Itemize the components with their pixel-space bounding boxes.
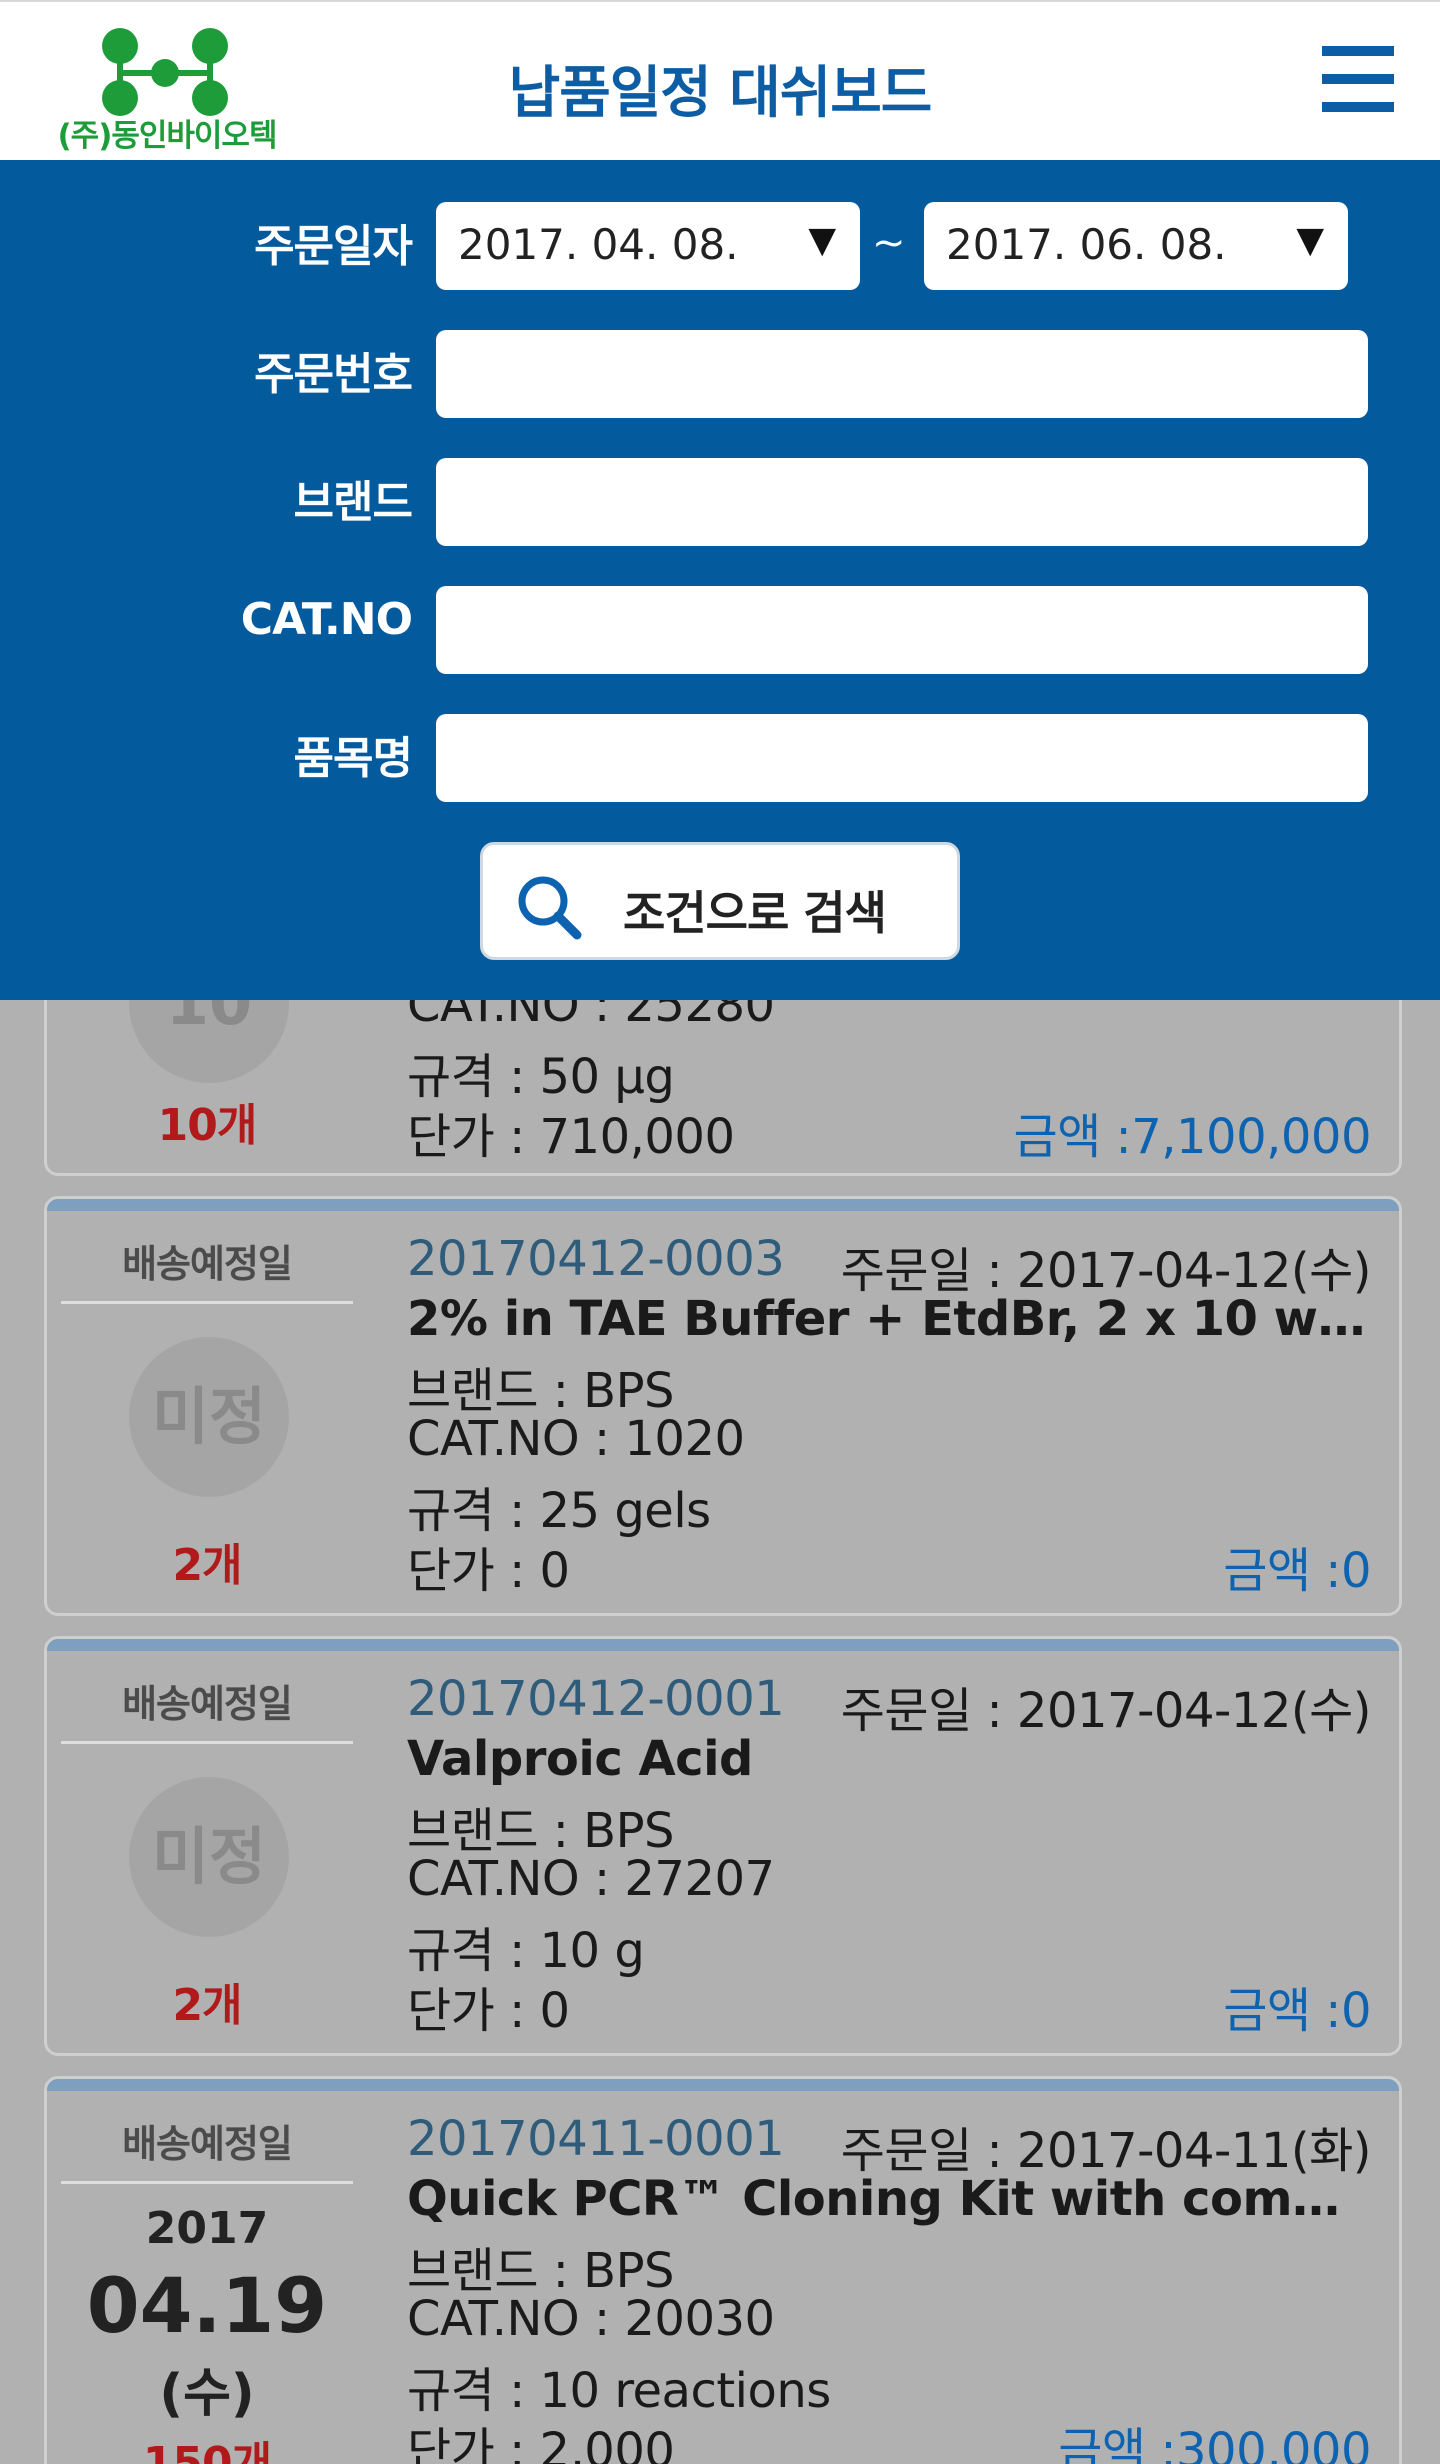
delivery-month-day: 04.19 <box>86 2261 328 2350</box>
quantity: 2개 <box>172 1980 242 2031</box>
order-no-input[interactable] <box>436 330 1368 418</box>
unit-price: 단가 : 2,000 <box>407 2423 675 2464</box>
date-from-select[interactable]: 2017. 04. 08. ▼ <box>436 202 860 290</box>
dropdown-arrow-icon: ▼ <box>808 220 836 261</box>
unit-price: 단가 : 710,000 <box>407 1109 735 1165</box>
delivery-day-of-week: (수) <box>159 2364 255 2424</box>
order-date-label: 주문일자 <box>254 221 413 272</box>
order-number-link[interactable]: 20170411-0001 <box>407 2111 785 2167</box>
search-panel: 주문일자 2017. 04. 08. ▼ ~ 2017. 06. 08. ▼ 주… <box>0 160 1440 1000</box>
unit-price: 단가 : 0 <box>407 1543 570 1599</box>
order-number-link[interactable]: 20170412-0003 <box>407 1231 785 1287</box>
cat-no: CAT.NO : 1020 <box>407 1411 745 1467</box>
quantity: 2개 <box>172 1540 242 1591</box>
divider <box>61 1301 353 1304</box>
order-number-link[interactable]: 20170412-0001 <box>407 1671 785 1727</box>
page-title: 납품일정 대쉬보드 <box>508 61 933 126</box>
unit-price: 단가 : 0 <box>407 1983 570 2039</box>
search-icon <box>518 876 582 940</box>
date-range-separator: ~ <box>872 220 906 266</box>
app-header: (주)동인바이오텍 납품일정 대쉬보드 <box>0 0 1440 160</box>
hamburger-menu-icon[interactable] <box>1320 42 1396 118</box>
cat-no: CAT.NO : 20030 <box>407 2291 775 2347</box>
amount: 금액 :0 <box>1223 1983 1371 2039</box>
product-name: Valproic Acid <box>407 1731 753 1787</box>
delivery-column: 배송예정일 미정 2개 <box>47 1199 367 1613</box>
product-name-input[interactable] <box>436 714 1368 802</box>
order-card[interactable]: 배송예정일 미정 2개 20170412-0003 주문일 : 2017-04-… <box>44 1196 1402 1616</box>
cat-no-label: CAT.NO <box>240 594 413 645</box>
search-button-label: 조건으로 검색 <box>623 886 887 940</box>
product-name: Quick PCR™ Cloning Kit with competent... <box>407 2171 1373 2227</box>
delivery-date-label: 배송예정일 <box>122 1682 293 1726</box>
quantity: 10개 <box>157 1100 258 1151</box>
amount: 금액 :300,000 <box>1058 2423 1371 2464</box>
amount: 금액 :0 <box>1223 1543 1371 1599</box>
amount: 금액 :7,100,000 <box>1013 1109 1371 1165</box>
order-no-label: 주문번호 <box>254 349 413 400</box>
quantity: 150개 <box>142 2438 272 2464</box>
search-by-condition-button[interactable]: 조건으로 검색 <box>480 842 960 960</box>
brand-input[interactable] <box>436 458 1368 546</box>
delivery-date-label: 배송예정일 <box>122 2122 293 2166</box>
delivery-column: 배송예정일 미정 2개 <box>47 1639 367 2053</box>
cat-no-input[interactable] <box>436 586 1368 674</box>
order-card[interactable]: 배송예정일 미정 2개 20170412-0001 주문일 : 2017-04-… <box>44 1636 1402 2056</box>
date-to-value: 2017. 06. 08. <box>946 220 1227 269</box>
delivery-column: 배송예정일 2017 04.19 (수) 150개 <box>47 2079 367 2464</box>
date-to-select[interactable]: 2017. 06. 08. ▼ <box>924 202 1348 290</box>
date-from-value: 2017. 04. 08. <box>458 220 739 269</box>
brand-label: 브랜드 <box>293 477 413 528</box>
divider <box>61 2181 353 2184</box>
delivery-date-label: 배송예정일 <box>122 1242 293 1286</box>
divider <box>61 1741 353 1744</box>
product-name-label: 품목명 <box>293 733 413 784</box>
product-name: 2% in TAE Buffer + EtdBr, 2 x 10 well <box>407 1291 1373 1347</box>
delivery-status-circle: 미정 <box>129 1337 289 1497</box>
order-card[interactable]: 배송예정일 2017 04.19 (수) 150개 20170411-0001 … <box>44 2076 1402 2464</box>
delivery-status-circle: 미정 <box>129 1777 289 1937</box>
cat-no: CAT.NO : 27207 <box>407 1851 775 1907</box>
delivery-year: 2017 <box>145 2203 269 2254</box>
dropdown-arrow-icon: ▼ <box>1296 220 1324 261</box>
